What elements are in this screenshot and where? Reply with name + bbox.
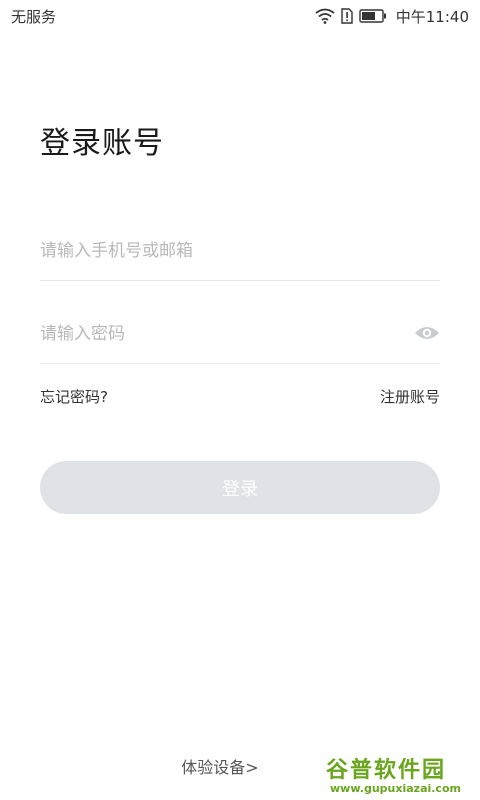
battery-icon [359,9,386,23]
password-input[interactable] [40,305,400,363]
carrier-label: 无服务 [11,8,57,26]
status-icons: 中午11:40 [315,6,469,26]
watermark-url: www.gupuxiazai.com [330,782,461,795]
eye-icon[interactable] [414,322,440,344]
register-link[interactable]: 注册账号 [380,386,440,407]
forgot-password-link[interactable]: 忘记密码? [40,386,108,407]
phone-email-field [40,222,440,281]
watermark-title: 谷普软件园 [326,758,447,783]
watermark-logo: 谷普软件园 www.gupuxiazai.com [326,752,474,798]
password-field [40,305,440,364]
page-title: 登录账号 [40,126,164,161]
wifi-icon [315,8,335,24]
sim-alert-icon [341,8,353,24]
phone-email-input[interactable] [40,222,400,280]
clock: 中午11:40 [395,7,469,26]
status-bar: 无服务 中午11:40 [0,0,480,32]
trial-device-label: 体验设备> [181,758,259,777]
login-button[interactable]: 登录 [40,461,440,514]
